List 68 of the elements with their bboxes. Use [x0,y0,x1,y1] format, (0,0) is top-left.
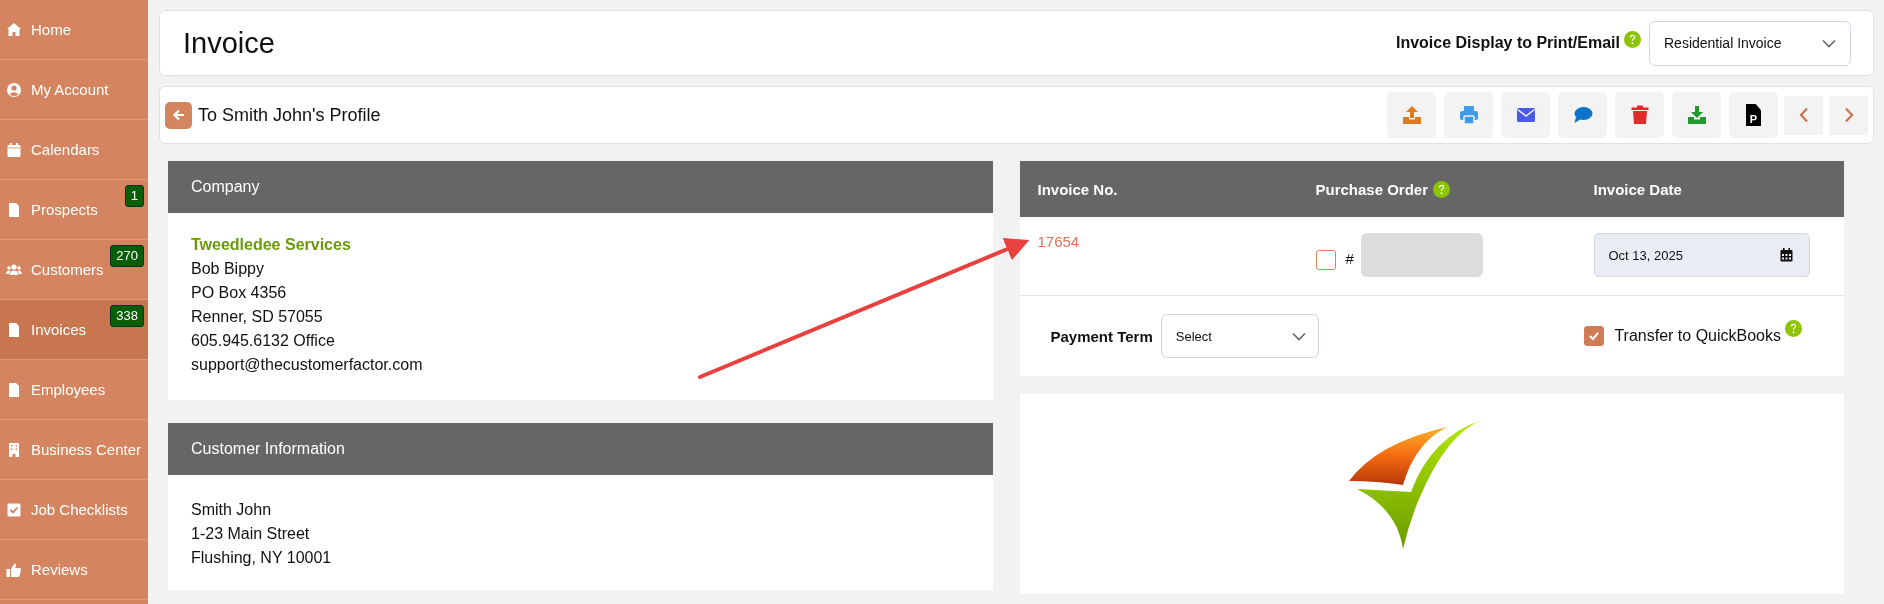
sidebar-item[interactable]: Invoices 338 [0,300,148,360]
document-icon [6,321,22,338]
hash-sign: # [1345,249,1354,267]
count-badge: 338 [110,305,144,327]
date-field[interactable]: Oct 13, 2025 [1593,233,1810,277]
calendar-icon [6,141,22,158]
upload-button[interactable] [1387,92,1436,138]
address-line: 605.945.6132 Office [191,331,336,351]
address-line: Renner, SD 57055 [191,307,324,327]
sidebar-item[interactable]: Prospects 1 [0,180,148,240]
download-icon [1686,105,1707,125]
building-icon [6,441,22,458]
envelope-button[interactable] [1501,92,1550,138]
count-badge: 1 [124,185,144,207]
field-label: Payment Term [1050,327,1153,345]
chevron-right-icon [1843,107,1854,123]
checkbox-icon [6,501,22,518]
help-icon [1785,319,1802,337]
company-name: Tweedledee Services [191,235,352,255]
speech-bubble-icon [1572,105,1593,125]
select-field[interactable]: Select [1160,314,1319,358]
download-button[interactable] [1672,92,1721,138]
help-icon [1433,180,1451,198]
input-field[interactable] [1360,233,1483,277]
chevron-down-icon [1291,331,1306,341]
document-icon [6,201,22,218]
envelope-icon [1515,105,1536,125]
column-heading: Invoice No. [1037,180,1118,198]
chevron-left-icon [1798,107,1809,123]
checkbox-label: Transfer to QuickBooks [1614,327,1781,345]
user-icon [6,81,22,98]
pdf-button[interactable]: P [1729,92,1778,138]
chevron-down-icon [1822,38,1836,48]
checkmark-icon [1588,330,1601,342]
address-line: Smith John [191,500,273,520]
trash-icon [1629,105,1650,125]
address-line: PO Box 4356 [191,283,288,303]
address-line: support@thecustomerfactor.com [191,355,424,375]
speech-bubble-button[interactable] [1558,92,1607,138]
document-icon [6,381,22,398]
trash-button[interactable] [1615,92,1664,138]
page-title: Invoice [183,26,275,60]
previous-button[interactable] [1784,95,1823,135]
profile-link[interactable]: To Smith John's Profile [198,104,381,126]
checkbox[interactable] [1315,249,1336,270]
address-line: 1-23 Main Street [191,524,311,544]
pdf-icon: P [1746,104,1761,126]
thumbs-up-icon [6,561,22,578]
field-label: Invoice Display to Print/Email [1395,34,1620,52]
column-heading: Purchase Order [1315,180,1429,198]
count-badge: 270 [110,245,144,267]
help-icon [1624,30,1641,48]
checkbox[interactable] [1584,326,1605,346]
address-line: Flushing, NY 10001 [191,548,333,568]
arrow-left-icon [171,108,186,122]
users-icon [6,261,22,278]
upload-icon [1401,105,1422,125]
address-line: Bob Bippy [191,259,265,279]
calendar-icon [1779,248,1793,262]
printer-icon [1458,105,1479,125]
house-icon [6,21,22,38]
printer-button[interactable] [1444,92,1493,138]
back-button[interactable] [165,101,192,129]
panel-heading: Customer Information [168,423,993,475]
select-field[interactable]: Residential Invoice [1649,20,1851,66]
next-button[interactable] [1829,95,1868,135]
column-heading: Invoice Date [1593,180,1682,198]
panel-heading: Company [168,161,993,213]
